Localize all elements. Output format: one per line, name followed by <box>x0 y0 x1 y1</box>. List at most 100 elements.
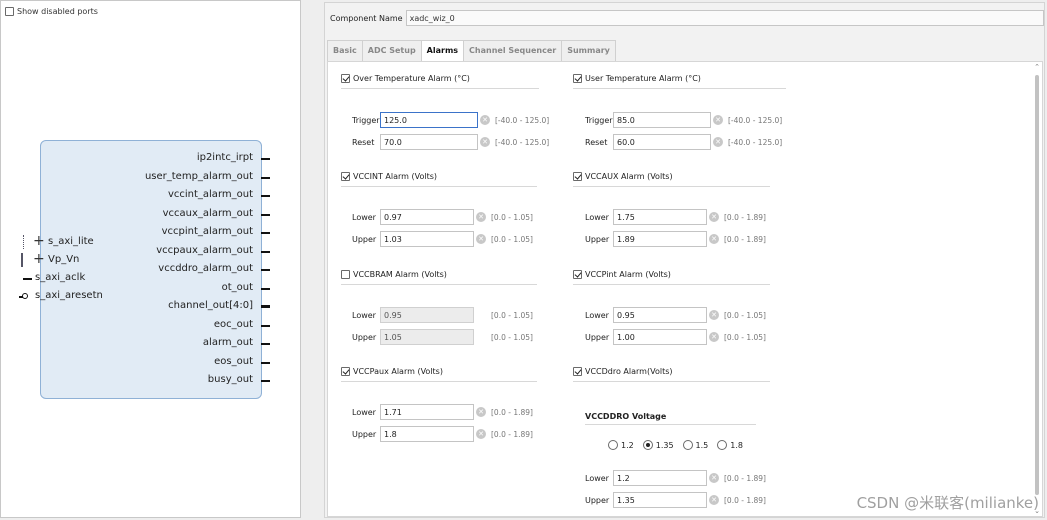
vccpint-alarm-label: VCCPint Alarm (Volts) <box>585 270 671 279</box>
vccaux-lower-row: Lower 1.75 ✕ [0.0 - 1.89] <box>585 209 766 225</box>
scrollbar-thumb[interactable] <box>1035 75 1039 495</box>
clear-icon[interactable]: ✕ <box>709 495 719 505</box>
clear-icon[interactable]: ✕ <box>709 234 719 244</box>
vccpaux-alarm-checkbox[interactable] <box>341 367 350 376</box>
over-temperature-alarm-checkbox[interactable] <box>341 74 350 83</box>
clear-icon[interactable]: ✕ <box>480 137 490 147</box>
port-s-axi-lite[interactable]: + s_axi_lite <box>23 233 227 252</box>
clear-icon[interactable]: ✕ <box>476 429 486 439</box>
show-disabled-ports-checkbox[interactable] <box>5 7 14 16</box>
clear-icon[interactable]: ✕ <box>713 115 723 125</box>
vccddro-alarm-label: VCCDdro Alarm(Volts) <box>585 367 673 376</box>
clear-icon[interactable]: ✕ <box>709 332 719 342</box>
vccpaux-upper-row: Upper 1.8 ✕ [0.0 - 1.89] <box>352 426 533 442</box>
port-eos-out[interactable]: eos_out <box>21 354 270 372</box>
vccbram-upper-input[interactable]: 1.05 <box>380 329 474 345</box>
vccbram-alarm-checkbox[interactable] <box>341 270 350 279</box>
over-temp-trigger-row: Trigger 125.0 ✕ [-40.0 - 125.0] <box>352 112 549 128</box>
user-temp-trigger-row: Trigger 85.0 ✕ [-40.0 - 125.0] <box>585 112 782 128</box>
port-ip2intc-irpt[interactable]: ip2intc_irpt <box>21 150 270 168</box>
xadc-ip-block[interactable]: ip2intc_irpt user_temp_alarm_out vccint_… <box>19 140 270 399</box>
tab-basic[interactable]: Basic <box>327 40 363 61</box>
vccpaux-alarm-label: VCCPaux Alarm (Volts) <box>353 367 443 376</box>
vccpint-upper-input[interactable]: 1.00 ✕ <box>613 329 719 345</box>
vccpint-lower-input[interactable]: 0.95 ✕ <box>613 307 719 323</box>
vccbram-alarm-group: VCCBRAM Alarm (Volts) <box>341 270 537 285</box>
clear-icon[interactable]: ✕ <box>713 137 723 147</box>
vccddro-radio-1-2[interactable] <box>608 440 618 450</box>
vccddro-upper-input[interactable]: 1.35 ✕ <box>613 492 719 508</box>
vccpint-alarm-checkbox[interactable] <box>573 270 582 279</box>
port-vp-vn[interactable]: + Vp_Vn <box>21 251 227 270</box>
vccint-alarm-checkbox[interactable] <box>341 172 350 181</box>
vccint-upper-input[interactable]: 1.03 ✕ <box>380 231 486 247</box>
vccddro-radio-1-5[interactable] <box>682 440 693 450</box>
expand-plus-icon[interactable]: + <box>33 251 45 267</box>
vccint-lower-row: Lower 0.97 ✕ [0.0 - 1.05] <box>352 209 533 225</box>
vertical-scrollbar[interactable]: ⌃ ⌄ <box>1033 63 1041 515</box>
port-s-axi-aclk[interactable]: s_axi_aclk <box>23 270 227 288</box>
clear-icon[interactable]: ✕ <box>709 310 719 320</box>
user-temperature-alarm-checkbox[interactable] <box>573 74 582 83</box>
vccpaux-lower-input[interactable]: 1.71 ✕ <box>380 404 486 420</box>
vccddro-voltage-options: 1.2 1.35 1.5 1.8 <box>608 440 743 450</box>
port-eoc-out[interactable]: eoc_out <box>21 317 270 335</box>
vccbram-lower-row: Lower 0.95 [0.0 - 1.05] <box>352 307 533 323</box>
over-temp-reset-input[interactable]: 70.0 ✕ <box>380 134 490 150</box>
vccbram-lower-input[interactable]: 0.95 <box>380 307 474 323</box>
clear-icon[interactable]: ✕ <box>480 115 490 125</box>
vccaux-alarm-group: VCCAUX Alarm (Volts) <box>573 172 770 187</box>
user-temp-reset-input[interactable]: 60.0 ✕ <box>613 134 723 150</box>
vccaux-upper-row: Upper 1.89 ✕ [0.0 - 1.89] <box>585 231 766 247</box>
port-vccaux-alarm-out[interactable]: vccaux_alarm_out <box>21 206 270 224</box>
tab-summary[interactable]: Summary <box>561 40 616 61</box>
alarms-tab-content: ⌃ ⌄ Over Temperature Alarm (°C) Trigger … <box>327 61 1043 517</box>
ip-symbol-panel: Show disabled ports ip2intc_irpt user_te… <box>0 0 301 518</box>
vccpaux-alarm-group: VCCPaux Alarm (Volts) <box>341 367 537 382</box>
clear-icon[interactable]: ✕ <box>476 212 486 222</box>
clear-icon[interactable]: ✕ <box>476 234 486 244</box>
vccddro-lower-input[interactable]: 1.2 ✕ <box>613 470 719 486</box>
vccpaux-lower-row: Lower 1.71 ✕ [0.0 - 1.89] <box>352 404 533 420</box>
vccint-lower-input[interactable]: 0.97 ✕ <box>380 209 486 225</box>
show-disabled-ports-label: Show disabled ports <box>17 7 98 16</box>
clear-icon[interactable]: ✕ <box>476 407 486 417</box>
vccddro-radio-1-8[interactable] <box>717 440 728 450</box>
vccddro-alarm-checkbox[interactable] <box>573 367 582 376</box>
tab-alarms[interactable]: Alarms <box>420 40 465 62</box>
inverted-input-icon <box>22 293 28 299</box>
port-user-temp-alarm-out[interactable]: user_temp_alarm_out <box>21 169 270 187</box>
scroll-up-icon[interactable]: ⌃ <box>1033 63 1041 71</box>
clear-icon[interactable]: ✕ <box>709 212 719 222</box>
vccbram-upper-row: Upper 1.05 [0.0 - 1.05] <box>352 329 533 345</box>
tab-adc-setup[interactable]: ADC Setup <box>361 40 422 61</box>
port-s-axi-aresetn[interactable]: s_axi_aresetn <box>19 288 227 306</box>
port-busy-out[interactable]: busy_out <box>21 372 270 390</box>
vccpaux-upper-input[interactable]: 1.8 ✕ <box>380 426 486 442</box>
vccaux-alarm-checkbox[interactable] <box>573 172 582 181</box>
component-name-input[interactable]: xadc_wiz_0 <box>405 10 1044 26</box>
vccddro-voltage-title: VCCDDRO Voltage <box>585 412 667 421</box>
component-name-label: Component Name <box>330 13 403 23</box>
over-temp-reset-row: Reset 70.0 ✕ [-40.0 - 125.0] <box>352 134 549 150</box>
vccpint-upper-row: Upper 1.00 ✕ [0.0 - 1.05] <box>585 329 766 345</box>
expand-plus-icon[interactable]: + <box>33 233 45 249</box>
vccaux-alarm-label: VCCAUX Alarm (Volts) <box>585 172 673 181</box>
show-disabled-ports-option[interactable]: Show disabled ports <box>5 7 98 16</box>
vccint-alarm-group: VCCINT Alarm (Volts) <box>341 172 537 187</box>
user-temp-trigger-input[interactable]: 85.0 ✕ <box>613 112 723 128</box>
component-name-row: Component Name xadc_wiz_0 <box>330 10 1044 26</box>
port-alarm-out[interactable]: alarm_out <box>21 335 270 353</box>
watermark: CSDN @米联客(milianke) <box>856 494 1039 512</box>
tab-channel-sequencer[interactable]: Channel Sequencer <box>463 40 563 61</box>
vccddro-upper-row: Upper 1.35 ✕ [0.0 - 1.89] <box>585 492 766 508</box>
over-temp-trigger-input[interactable]: 125.0 ✕ <box>380 112 490 128</box>
vccddro-alarm-group: VCCDdro Alarm(Volts) <box>573 367 770 382</box>
vccddro-lower-row: Lower 1.2 ✕ [0.0 - 1.89] <box>585 470 766 486</box>
vccaux-upper-input[interactable]: 1.89 ✕ <box>613 231 719 247</box>
ip-configuration-panel: Component Name xadc_wiz_0 Basic ADC Setu… <box>324 2 1045 518</box>
vccddro-radio-1-35[interactable] <box>642 440 653 450</box>
vccaux-lower-input[interactable]: 1.75 ✕ <box>613 209 719 225</box>
port-vccint-alarm-out[interactable]: vccint_alarm_out <box>21 187 270 205</box>
clear-icon[interactable]: ✕ <box>709 473 719 483</box>
